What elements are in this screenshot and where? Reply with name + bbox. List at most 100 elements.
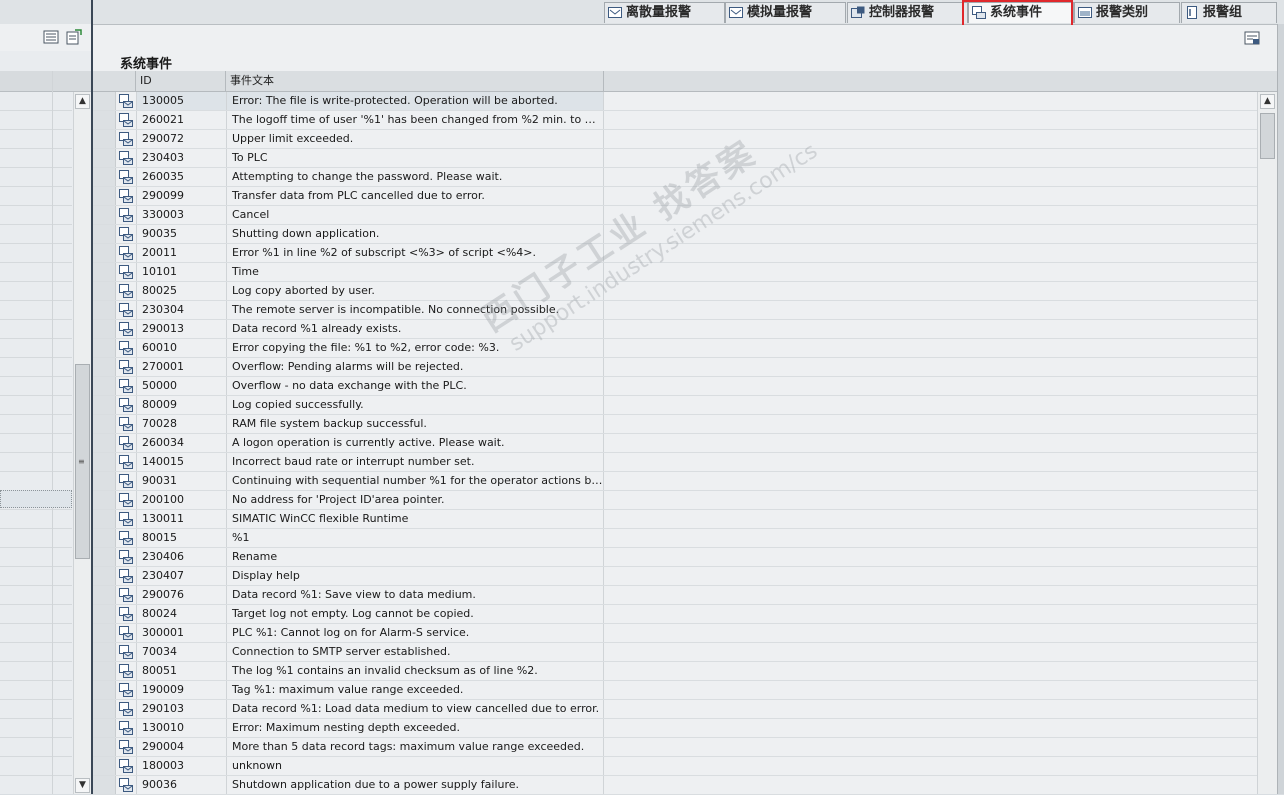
tab-controller-alarms[interactable]: 控制器报警 xyxy=(847,2,968,23)
tab-alarm-classes[interactable]: 报警类别 xyxy=(1074,2,1180,23)
row-handle[interactable] xyxy=(93,453,116,471)
cell-id[interactable]: 290076 xyxy=(136,586,226,604)
scroll-up-arrow-icon[interactable]: ▲ xyxy=(1260,94,1275,109)
row-handle[interactable] xyxy=(93,339,116,357)
row-handle[interactable] xyxy=(93,301,116,319)
cell-event-text[interactable]: Tag %1: maximum value range exceeded. xyxy=(226,681,604,699)
table-row[interactable]: 260021 The logoff time of user '%1' has b… xyxy=(93,111,1257,130)
cell-event-text[interactable]: Upper limit exceeded. xyxy=(226,130,604,148)
table-row[interactable]: 260035 Attempting to change the password.… xyxy=(93,168,1257,187)
cell-event-text[interactable]: PLC %1: Cannot log on for Alarm-S servic… xyxy=(226,624,604,642)
tab-discrete-alarms[interactable]: 离散量报警 xyxy=(604,2,725,23)
cell-event-text[interactable]: Overflow - no data exchange with the PLC… xyxy=(226,377,604,395)
table-row[interactable]: 230406 Rename xyxy=(93,548,1257,567)
table-row[interactable]: 290004 More than 5 data record tags: maxi… xyxy=(93,738,1257,757)
cell-id[interactable]: 260034 xyxy=(136,434,226,452)
cell-id[interactable]: 230407 xyxy=(136,567,226,585)
table-row[interactable]: 290072 Upper limit exceeded. xyxy=(93,130,1257,149)
cell-event-text[interactable]: More than 5 data record tags: maximum va… xyxy=(226,738,604,756)
row-handle[interactable] xyxy=(93,586,116,604)
cell-event-text[interactable]: Overflow: Pending alarms will be rejecte… xyxy=(226,358,604,376)
row-handle[interactable] xyxy=(93,263,116,281)
cell-event-text[interactable]: Incorrect baud rate or interrupt number … xyxy=(226,453,604,471)
cell-event-text[interactable]: Error copying the file: %1 to %2, error … xyxy=(226,339,604,357)
cell-id[interactable]: 130005 xyxy=(136,92,226,110)
cell-event-text[interactable]: SIMATIC WinCC flexible Runtime xyxy=(226,510,604,528)
scroll-down-arrow-icon[interactable]: ▼ xyxy=(75,778,90,793)
row-handle[interactable] xyxy=(93,377,116,395)
cell-event-text[interactable]: %1 xyxy=(226,529,604,547)
table-row[interactable]: 330003 Cancel xyxy=(93,206,1257,225)
cell-event-text[interactable]: Continuing with sequential number %1 for… xyxy=(226,472,604,490)
table-row[interactable]: 180003 unknown xyxy=(93,757,1257,776)
cell-id[interactable]: 290004 xyxy=(136,738,226,756)
row-handle[interactable] xyxy=(93,681,116,699)
left-selected-row[interactable] xyxy=(0,490,72,508)
scroll-up-arrow-icon[interactable]: ▲ xyxy=(75,94,90,109)
cell-id[interactable]: 230406 xyxy=(136,548,226,566)
cell-id[interactable]: 80024 xyxy=(136,605,226,623)
table-row[interactable]: 290099 Transfer data from PLC cancelled d… xyxy=(93,187,1257,206)
cell-id[interactable]: 70028 xyxy=(136,415,226,433)
table-row[interactable]: 80025 Log copy aborted by user. xyxy=(93,282,1257,301)
cell-id[interactable]: 290013 xyxy=(136,320,226,338)
cell-event-text[interactable]: Transfer data from PLC cancelled due to … xyxy=(226,187,604,205)
row-handle[interactable] xyxy=(93,206,116,224)
cell-id[interactable]: 20011 xyxy=(136,244,226,262)
table-row[interactable]: 230407 Display help xyxy=(93,567,1257,586)
row-handle[interactable] xyxy=(93,510,116,528)
table-row[interactable]: 80051 The log %1 contains an invalid chec… xyxy=(93,662,1257,681)
cell-id[interactable]: 290103 xyxy=(136,700,226,718)
left-scrollbar[interactable]: ▲ ≡ ▼ xyxy=(73,92,91,794)
cell-id[interactable]: 290099 xyxy=(136,187,226,205)
table-row[interactable]: 60010 Error copying the file: %1 to %2, e… xyxy=(93,339,1257,358)
cell-id[interactable]: 260021 xyxy=(136,111,226,129)
cell-id[interactable]: 230403 xyxy=(136,149,226,167)
cell-event-text[interactable]: Shutdown application due to a power supp… xyxy=(226,776,604,794)
cell-event-text[interactable]: Attempting to change the password. Pleas… xyxy=(226,168,604,186)
cell-id[interactable]: 10101 xyxy=(136,263,226,281)
tab-alarm-groups[interactable]: 报警组 xyxy=(1181,2,1277,23)
table-row[interactable]: 130005 Error: The file is write-protected… xyxy=(93,92,1257,111)
table-row[interactable]: 70034 Connection to SMTP server establish… xyxy=(93,643,1257,662)
row-handle[interactable] xyxy=(93,130,116,148)
table-row[interactable]: 90035 Shutting down application. xyxy=(93,225,1257,244)
cell-id[interactable]: 270001 xyxy=(136,358,226,376)
table-row[interactable]: 200100 No address for 'Project ID'area po… xyxy=(93,491,1257,510)
cell-id[interactable]: 300001 xyxy=(136,624,226,642)
table-row[interactable]: 80024 Target log not empty. Log cannot be… xyxy=(93,605,1257,624)
table-row[interactable]: 230403 To PLC xyxy=(93,149,1257,168)
cell-event-text[interactable]: Log copied successfully. xyxy=(226,396,604,414)
cell-id[interactable]: 90035 xyxy=(136,225,226,243)
cell-event-text[interactable]: Data record %1 already exists. xyxy=(226,320,604,338)
table-row[interactable]: 80015 %1 xyxy=(93,529,1257,548)
table-view-icon[interactable] xyxy=(43,29,59,45)
cell-id[interactable]: 290072 xyxy=(136,130,226,148)
cell-event-text[interactable]: A logon operation is currently active. P… xyxy=(226,434,604,452)
row-handle[interactable] xyxy=(93,111,116,129)
table-row[interactable]: 140015 Incorrect baud rate or interrupt n… xyxy=(93,453,1257,472)
row-handle[interactable] xyxy=(93,168,116,186)
cell-id[interactable]: 80009 xyxy=(136,396,226,414)
row-handle[interactable] xyxy=(93,567,116,585)
row-handle[interactable] xyxy=(93,225,116,243)
cell-event-text[interactable]: The remote server is incompatible. No co… xyxy=(226,301,604,319)
cell-id[interactable]: 130010 xyxy=(136,719,226,737)
table-row[interactable]: 90036 Shutdown application due to a power… xyxy=(93,776,1257,795)
table-row[interactable]: 290076 Data record %1: Save view to data … xyxy=(93,586,1257,605)
cell-id[interactable]: 80025 xyxy=(136,282,226,300)
cell-event-text[interactable]: Error: Maximum nesting depth exceeded. xyxy=(226,719,604,737)
view-options-icon[interactable] xyxy=(1244,30,1260,46)
cell-id[interactable]: 90031 xyxy=(136,472,226,490)
row-handle[interactable] xyxy=(93,624,116,642)
row-handle[interactable] xyxy=(93,776,116,794)
row-handle[interactable] xyxy=(93,491,116,509)
row-handle[interactable] xyxy=(93,149,116,167)
row-handle[interactable] xyxy=(93,320,116,338)
row-handle[interactable] xyxy=(93,605,116,623)
table-row[interactable]: 20011 Error %1 in line %2 of subscript <%… xyxy=(93,244,1257,263)
cell-id[interactable]: 190009 xyxy=(136,681,226,699)
table-row[interactable]: 130010 Error: Maximum nesting depth excee… xyxy=(93,719,1257,738)
cell-event-text[interactable]: Display help xyxy=(226,567,604,585)
row-handle[interactable] xyxy=(93,282,116,300)
